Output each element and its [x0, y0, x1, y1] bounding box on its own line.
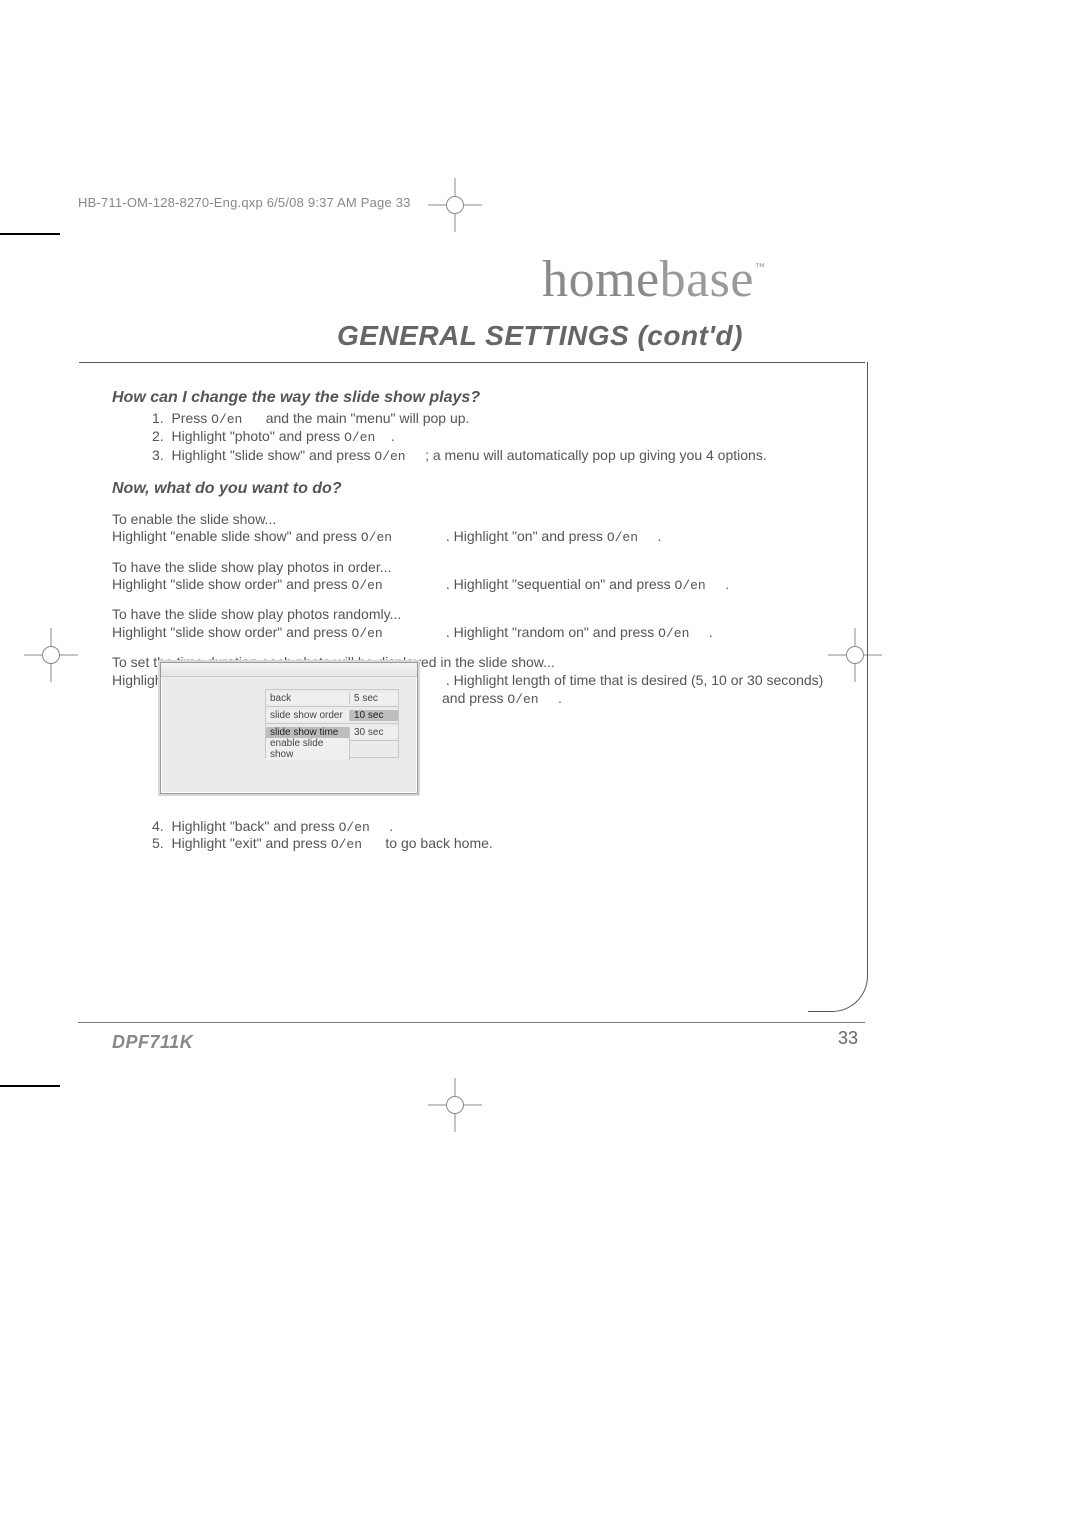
- key-oen: O/en: [507, 692, 538, 707]
- step-1: 1. Press O/en and the main "menu" will p…: [152, 410, 852, 428]
- model-number: DPF711K: [112, 1032, 193, 1053]
- key-oen: O/en: [675, 578, 706, 593]
- text: .: [709, 624, 713, 640]
- key-oen: O/en: [374, 449, 405, 464]
- registration-mark-top: [428, 178, 482, 232]
- print-header: HB-711-OM-128-8270-Eng.qxp 6/5/08 9:37 A…: [78, 195, 411, 210]
- key-oen: O/en: [658, 626, 689, 641]
- trademark-symbol: ™: [755, 262, 765, 273]
- crop-bar-bottom: [0, 1085, 60, 1087]
- step-text: ; a menu will automatically pop up givin…: [425, 447, 767, 463]
- text: . Highlight "random on" and press: [446, 624, 658, 640]
- text: . Highlight "on" and press: [446, 528, 607, 544]
- key-oen: O/en: [361, 530, 392, 545]
- menu-titlebar: [161, 663, 417, 677]
- menu-row-selected: slide show order 10 sec: [266, 706, 398, 723]
- page-number: 33: [838, 1028, 858, 1049]
- footer-rule: [78, 1022, 865, 1023]
- para-random: To have the slide show play photos rando…: [112, 606, 852, 642]
- text: Highlight "slide show order" and press: [112, 624, 352, 640]
- step-text: .: [391, 428, 395, 444]
- registration-mark-bottom: [428, 1078, 482, 1132]
- steps-list-2: 4. Highlight "back" and press O/en . 5. …: [112, 818, 852, 852]
- para-enable: To enable the slide show... Highlight "e…: [112, 511, 852, 547]
- text: . Highlight "sequential on" and press: [446, 576, 675, 592]
- para-line: To have the slide show play photos in or…: [112, 559, 852, 577]
- menu-screenshot: back 5 sec slide show order 10 sec slide…: [160, 662, 418, 794]
- brand-part2: base: [660, 251, 754, 308]
- text: Highlight "slide show order" and press: [112, 576, 352, 592]
- step-text: Highlight "photo" and press: [171, 428, 344, 444]
- para-line: Highlight "slide show order" and press O…: [112, 576, 852, 594]
- menu-cell-right: 30 sec: [350, 727, 398, 738]
- step-2: 2. Highlight "photo" and press O/en .: [152, 428, 852, 446]
- text: Highlight "enable slide show" and press: [112, 528, 361, 544]
- crop-bar-top: [0, 233, 60, 235]
- step-text: to go back home.: [382, 835, 493, 851]
- brand-logo: homebase: [542, 250, 754, 309]
- page: HB-711-OM-128-8270-Eng.qxp 6/5/08 9:37 A…: [0, 0, 1080, 1527]
- step-number: 3.: [152, 447, 164, 463]
- step-5: 5. Highlight "exit" and press O/en to go…: [152, 835, 852, 852]
- menu-cell-right: 5 sec: [350, 693, 398, 704]
- menu-row: enable slide show: [266, 740, 398, 757]
- step-text: and the main "menu" will pop up.: [262, 410, 470, 426]
- key-oen: O/en: [331, 837, 362, 852]
- text: .: [725, 576, 729, 592]
- menu-row: back 5 sec: [266, 689, 398, 706]
- step-text: Highlight "back" and press: [171, 818, 338, 834]
- text: .: [558, 690, 562, 706]
- steps-list-1: 1. Press O/en and the main "menu" will p…: [152, 410, 852, 465]
- section-title: GENERAL SETTINGS (cont'd): [0, 320, 1080, 352]
- key-oen: O/en: [352, 578, 383, 593]
- menu-table: back 5 sec slide show order 10 sec slide…: [265, 689, 399, 758]
- question-heading: How can I change the way the slide show …: [112, 388, 852, 408]
- menu-cell-left: enable slide show: [266, 738, 350, 760]
- menu-cell-right: 10 sec: [350, 710, 398, 721]
- frame-mask-bottom: [78, 1011, 808, 1013]
- frame-mask-left: [78, 362, 79, 1012]
- step-number: 4.: [152, 818, 164, 834]
- key-oen: O/en: [339, 820, 370, 835]
- step-text: .: [389, 818, 393, 834]
- registration-mark-left: [24, 628, 78, 682]
- step-number: 1.: [152, 410, 164, 426]
- key-oen: O/en: [352, 626, 383, 641]
- key-oen: O/en: [344, 430, 375, 445]
- text: .: [657, 528, 661, 544]
- brand-part1: home: [542, 251, 660, 308]
- step-3: 3. Highlight "slide show" and press O/en…: [152, 447, 852, 465]
- step-text: Press: [171, 410, 211, 426]
- menu-cell-left-selected: slide show time: [266, 727, 350, 738]
- para-line: Highlight "enable slide show" and press …: [112, 528, 852, 546]
- text: . Highlight length of time that is desir…: [446, 672, 823, 688]
- para-line: To enable the slide show...: [112, 511, 852, 529]
- para-order: To have the slide show play photos in or…: [112, 559, 852, 595]
- para-line: To have the slide show play photos rando…: [112, 606, 852, 624]
- step-number: 5.: [152, 835, 164, 851]
- key-oen: O/en: [607, 530, 638, 545]
- step-number: 2.: [152, 428, 164, 444]
- step-4: 4. Highlight "back" and press O/en .: [152, 818, 852, 835]
- key-oen: O/en: [211, 412, 242, 427]
- step-text: Highlight "exit" and press: [171, 835, 330, 851]
- para-line: Highlight "slide show order" and press O…: [112, 624, 852, 642]
- menu-cell-left: back: [266, 693, 350, 704]
- step-text: Highlight "slide show" and press: [171, 447, 374, 463]
- sub-heading: Now, what do you want to do?: [112, 479, 852, 499]
- text: and press: [442, 690, 507, 706]
- menu-cell-left: slide show order: [266, 710, 350, 721]
